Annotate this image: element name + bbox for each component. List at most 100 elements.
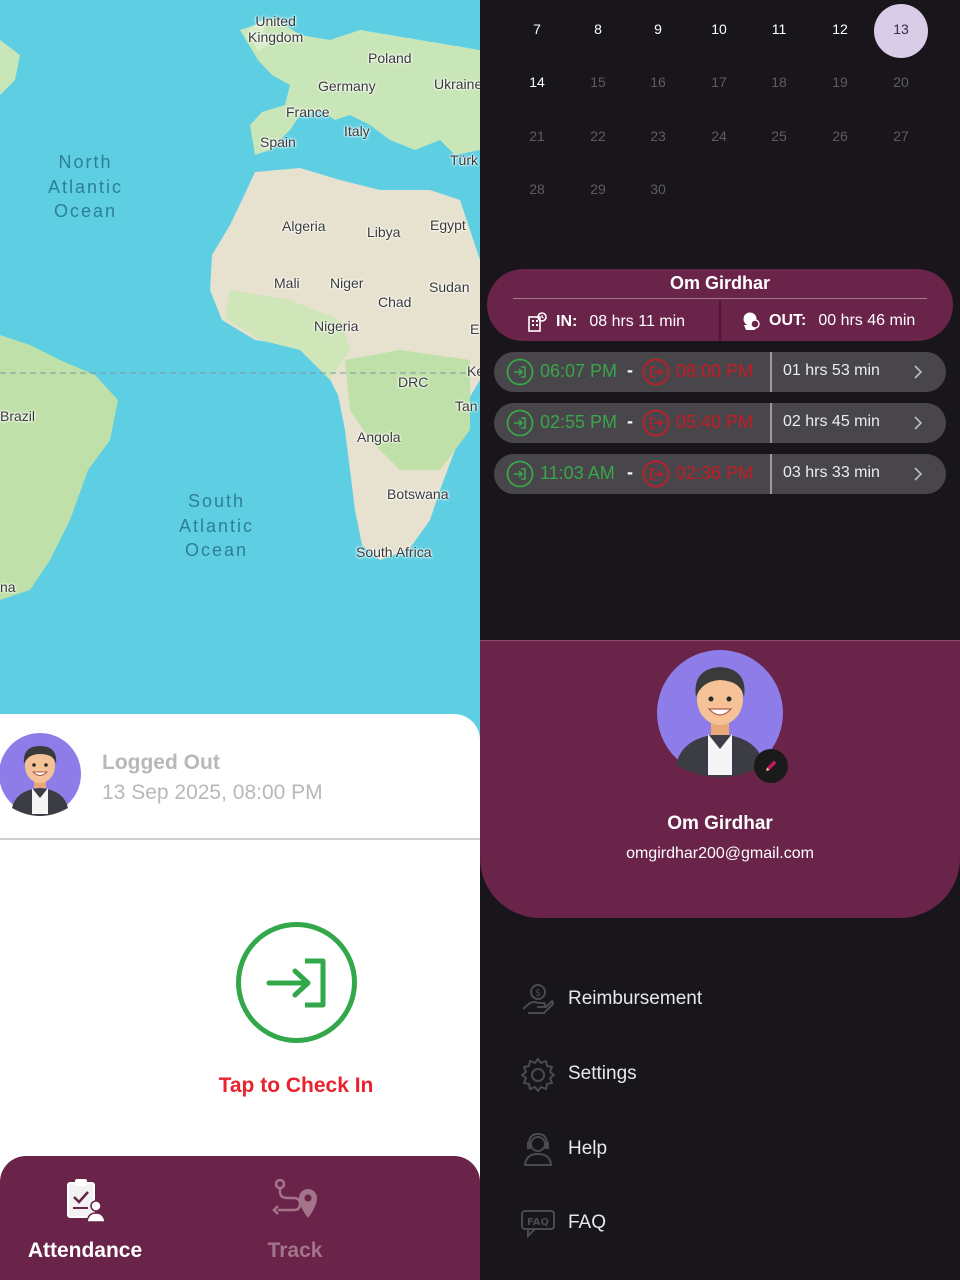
summary-out: OUT: 00 hrs 46 min: [741, 311, 915, 331]
checkin-area: Tap to Check In: [0, 842, 480, 1158]
check-in-icon: [506, 460, 534, 488]
calendar-day[interactable]: 18: [751, 67, 807, 97]
calendar: 7 8 9 10 11 12 13 14 15 16 17 18 19 20 2…: [480, 0, 960, 230]
menu-item-help[interactable]: Help: [520, 1125, 920, 1173]
calendar-day[interactable]: 28: [509, 174, 565, 204]
summary-in: IN: 08 hrs 11 min: [526, 311, 685, 333]
calendar-day[interactable]: 21: [509, 121, 565, 151]
session-check-out-time: 08:00 PM: [676, 361, 754, 381]
session-check-in-time: 02:55 PM: [540, 412, 618, 432]
check-in-icon: [506, 409, 534, 437]
map-label-tanzania: Tan: [455, 398, 478, 414]
profile-screen: 7 8 9 10 11 12 13 14 15 16 17 18 19 20 2…: [480, 0, 960, 1280]
session-check-in-time: 11:03 AM: [540, 463, 615, 483]
map-view[interactable]: United Kingdom Poland Germany Ukraine Fr…: [0, 0, 480, 740]
map-label-libya: Libya: [367, 224, 401, 240]
summary-in-label: IN:: [556, 313, 578, 330]
calendar-day[interactable]: 12: [812, 14, 868, 44]
calendar-day[interactable]: 26: [812, 121, 868, 151]
session-duration: 03 hrs 33 min: [783, 464, 880, 481]
map-label-algeria: Algeria: [282, 218, 326, 234]
menu-item-reimbursement[interactable]: $ Reimbursement: [520, 975, 920, 1023]
faq-icon: FAQ: [521, 1210, 555, 1239]
calendar-day[interactable]: 11: [751, 14, 807, 44]
map-label-spain: Spain: [260, 134, 296, 150]
menu-item-faq[interactable]: FAQ FAQ: [520, 1199, 920, 1247]
nav-item-attendance[interactable]: Attendance: [0, 1156, 170, 1280]
menu-label-settings: Settings: [568, 1063, 637, 1084]
calendar-day[interactable]: 10: [691, 14, 747, 44]
summary-out-label: OUT:: [769, 312, 807, 329]
money-hand-icon: $: [522, 984, 554, 1014]
summary-in-value: 08 hrs 11 min: [589, 313, 686, 330]
calendar-day[interactable]: 29: [570, 174, 626, 204]
check-in-icon: [506, 358, 534, 386]
attendance-screen: United Kingdom Poland Germany Ukraine Fr…: [0, 0, 480, 1280]
calendar-day[interactable]: 7: [509, 14, 565, 44]
status-title: Logged Out: [102, 751, 220, 774]
check-out-icon: [642, 358, 670, 386]
calendar-day[interactable]: 19: [812, 67, 868, 97]
map-label-chad: Chad: [378, 294, 412, 310]
calendar-day[interactable]: 27: [873, 121, 929, 151]
map-label-botswana: Botswana: [387, 486, 449, 502]
session-row[interactable]: 11:03 AM - 02:36 PM 03 hrs 33 min: [494, 454, 946, 494]
map-label-poland: Poland: [368, 50, 412, 66]
calendar-day[interactable]: 8: [570, 14, 626, 44]
calendar-day[interactable]: 14: [509, 67, 565, 97]
avatar: [0, 733, 81, 816]
map-label-kenya: Ke: [467, 363, 480, 379]
menu-label-help: Help: [568, 1138, 608, 1159]
edit-avatar-button[interactable]: [754, 749, 788, 783]
menu-label-reimbursement: Reimbursement: [568, 988, 703, 1009]
bottom-navigation: Attendance Track: [0, 1156, 480, 1280]
svg-text:FAQ: FAQ: [527, 1217, 549, 1228]
calendar-day[interactable]: 15: [570, 67, 626, 97]
map-label-north-atlantic: North Atlantic Ocean: [48, 152, 124, 221]
divider: [770, 454, 772, 494]
map-label-mali: Mali: [274, 275, 300, 291]
check-in-button[interactable]: [236, 922, 357, 1043]
chevron-right-icon: [914, 467, 923, 481]
status-timestamp: 13 Sep 2025, 08:00 PM: [102, 781, 323, 804]
calendar-day[interactable]: 30: [630, 174, 686, 204]
session-row[interactable]: 06:07 PM - 08:00 PM 01 hrs 53 min: [494, 352, 946, 392]
calendar-day[interactable]: 22: [570, 121, 626, 151]
map-label-ukraine: Ukraine: [434, 76, 480, 92]
map-label-south-atlantic: South Atlantic Ocean: [179, 491, 255, 560]
menu-item-settings[interactable]: Settings: [520, 1050, 920, 1098]
support-agent-icon: [523, 1132, 553, 1166]
nav-item-track[interactable]: Track: [210, 1156, 380, 1280]
nav-label-attendance: Attendance: [27, 1239, 143, 1262]
in-building-icon: [528, 312, 547, 332]
session-check-in-time: 06:07 PM: [540, 361, 618, 381]
map-label-nigeria: Nigeria: [314, 318, 359, 334]
session-check-out-time: 02:36 PM: [676, 463, 754, 483]
map-label-uk: United Kingdom: [248, 13, 304, 45]
check-out-icon: [642, 460, 670, 488]
map-label-germany: Germany: [318, 78, 376, 94]
map-label-france: France: [286, 104, 330, 120]
session-row[interactable]: 02:55 PM - 05:40 PM 02 hrs 45 min: [494, 403, 946, 443]
session-duration: 02 hrs 45 min: [783, 413, 880, 430]
summary-out-value: 00 hrs 46 min: [818, 312, 916, 329]
route-pin-icon: [272, 1178, 317, 1218]
divider: [770, 403, 772, 443]
calendar-day[interactable]: 20: [873, 67, 929, 97]
clipboard-user-icon: [67, 1179, 106, 1222]
map-label-drc: DRC: [398, 374, 429, 390]
calendar-day[interactable]: 24: [691, 121, 747, 151]
menu-label-faq: FAQ: [568, 1212, 607, 1233]
nav-label-track: Track: [267, 1239, 323, 1262]
calendar-day[interactable]: 25: [751, 121, 807, 151]
calendar-day[interactable]: 9: [630, 14, 686, 44]
divider: [513, 298, 927, 299]
calendar-day[interactable]: 17: [691, 67, 747, 97]
calendar-day[interactable]: 23: [630, 121, 686, 151]
divider: [719, 300, 721, 341]
check-in-label[interactable]: Tap to Check In: [160, 1074, 432, 1098]
status-card: Logged Out 13 Sep 2025, 08:00 PM: [0, 714, 480, 840]
map-label-edge-e: E: [470, 321, 480, 337]
calendar-day[interactable]: 16: [630, 67, 686, 97]
calendar-day-selected[interactable]: 13: [873, 14, 929, 44]
